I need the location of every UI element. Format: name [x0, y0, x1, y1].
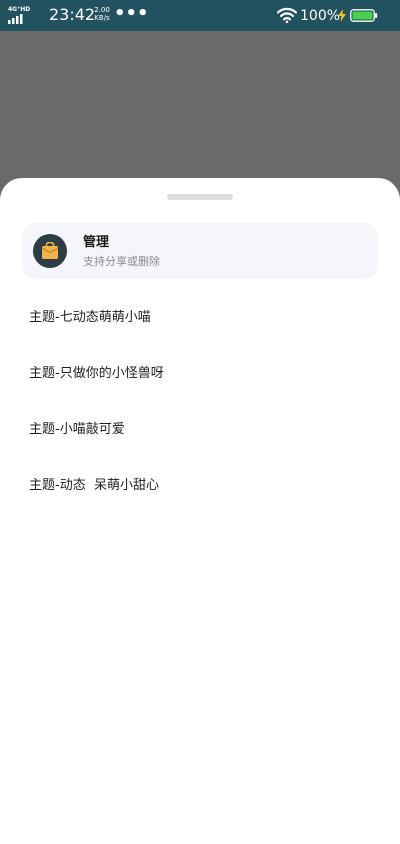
sheet-drag-handle[interactable]: [167, 194, 233, 200]
theme-item-label: 主题-动态 呆萌小甜心: [29, 478, 159, 493]
theme-list: 主题-七动态萌萌小喵 主题-只做你的小怪兽呀 主题-小喵敲可爱 主题-动态 呆萌…: [0, 290, 400, 514]
clock: 23:42: [49, 5, 96, 24]
manage-subtitle: 支持分享或删除: [83, 255, 160, 268]
signal-icon: [8, 14, 23, 24]
theme-item-label: 主题-只做你的小怪兽呀: [29, 366, 164, 381]
manage-card[interactable]: 管理 支持分享或删除: [22, 223, 378, 279]
theme-item-label: 主题-小喵敲可爱: [29, 422, 125, 437]
theme-item[interactable]: 主题-动态 呆萌小甜心: [0, 458, 400, 514]
battery-percent: 100%: [300, 8, 341, 24]
charging-icon: [338, 9, 346, 22]
theme-item[interactable]: 主题-只做你的小怪兽呀: [0, 346, 400, 402]
network-speed-unit: KB/s: [94, 14, 110, 22]
battery-icon: [350, 9, 378, 22]
network-indicator: 4G⁺HD: [8, 6, 44, 24]
theme-item[interactable]: 主题-小喵敲可爱: [0, 402, 400, 458]
network-type-label: 4G⁺HD: [8, 6, 31, 13]
wifi-icon: [277, 7, 297, 23]
network-speed-value: 2.00: [94, 6, 110, 14]
shopping-bag-icon: [33, 234, 67, 268]
status-bar: 4G⁺HD 23:42 2.00 KB/s ••• 100%: [0, 0, 400, 31]
theme-item[interactable]: 主题-七动态萌萌小喵: [0, 290, 400, 346]
network-speed: 2.00 KB/s: [90, 6, 114, 22]
theme-item-label: 主题-七动态萌萌小喵: [29, 310, 151, 325]
theme-bottom-sheet: 管理 支持分享或删除 主题-七动态萌萌小喵 主题-只做你的小怪兽呀 主题-小喵敲…: [0, 178, 400, 844]
more-notifications-icon: •••: [114, 3, 149, 24]
manage-title: 管理: [83, 235, 110, 250]
